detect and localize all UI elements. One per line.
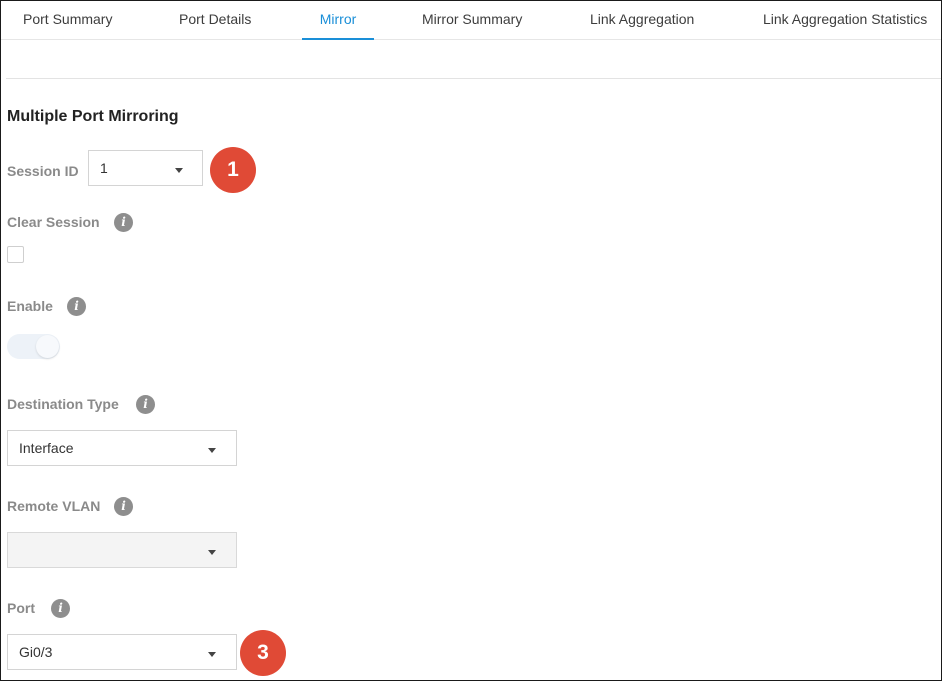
chevron-down-icon <box>208 652 216 657</box>
info-icon[interactable]: i <box>51 599 70 618</box>
enable-toggle[interactable] <box>7 334 60 359</box>
remote-vlan-select <box>7 532 237 568</box>
info-icon[interactable]: i <box>67 297 86 316</box>
chevron-down-icon <box>175 168 183 173</box>
tab-mirror-summary[interactable]: Mirror Summary <box>422 1 522 39</box>
remote-vlan-label: Remote VLAN <box>7 498 101 514</box>
info-icon[interactable]: i <box>114 497 133 516</box>
info-icon[interactable]: i <box>114 213 133 232</box>
chevron-down-icon <box>208 550 216 555</box>
section-title: Multiple Port Mirroring <box>7 108 179 125</box>
app-frame: Port Summary Port Details Mirror Mirror … <box>0 0 942 681</box>
tab-port-summary[interactable]: Port Summary <box>23 1 112 39</box>
destination-type-select[interactable]: Interface <box>7 430 237 466</box>
callout-badge-1: 1 <box>210 147 256 193</box>
session-id-select[interactable]: 1 <box>88 150 203 186</box>
callout-badge-3: 3 <box>240 630 286 676</box>
tab-link-aggregation[interactable]: Link Aggregation <box>590 1 694 39</box>
tab-mirror[interactable]: Mirror <box>302 1 374 40</box>
clear-session-label: Clear Session <box>7 214 100 230</box>
destination-type-label: Destination Type <box>7 396 119 412</box>
tab-bar: Port Summary Port Details Mirror Mirror … <box>1 1 941 40</box>
session-id-label: Session ID <box>7 163 79 179</box>
destination-type-value: Interface <box>19 440 74 456</box>
session-id-value: 1 <box>100 160 108 176</box>
tab-link-aggregation-statistics[interactable]: Link Aggregation Statistics <box>763 1 927 39</box>
toggle-knob <box>36 335 59 358</box>
port-value: Gi0/3 <box>19 644 53 660</box>
enable-label: Enable <box>7 298 53 314</box>
info-icon[interactable]: i <box>136 395 155 414</box>
divider <box>6 78 941 79</box>
port-select[interactable]: Gi0/3 <box>7 634 237 670</box>
port-label: Port <box>7 600 35 616</box>
chevron-down-icon <box>208 448 216 453</box>
tab-port-details[interactable]: Port Details <box>179 1 251 39</box>
clear-session-checkbox[interactable] <box>7 246 24 263</box>
